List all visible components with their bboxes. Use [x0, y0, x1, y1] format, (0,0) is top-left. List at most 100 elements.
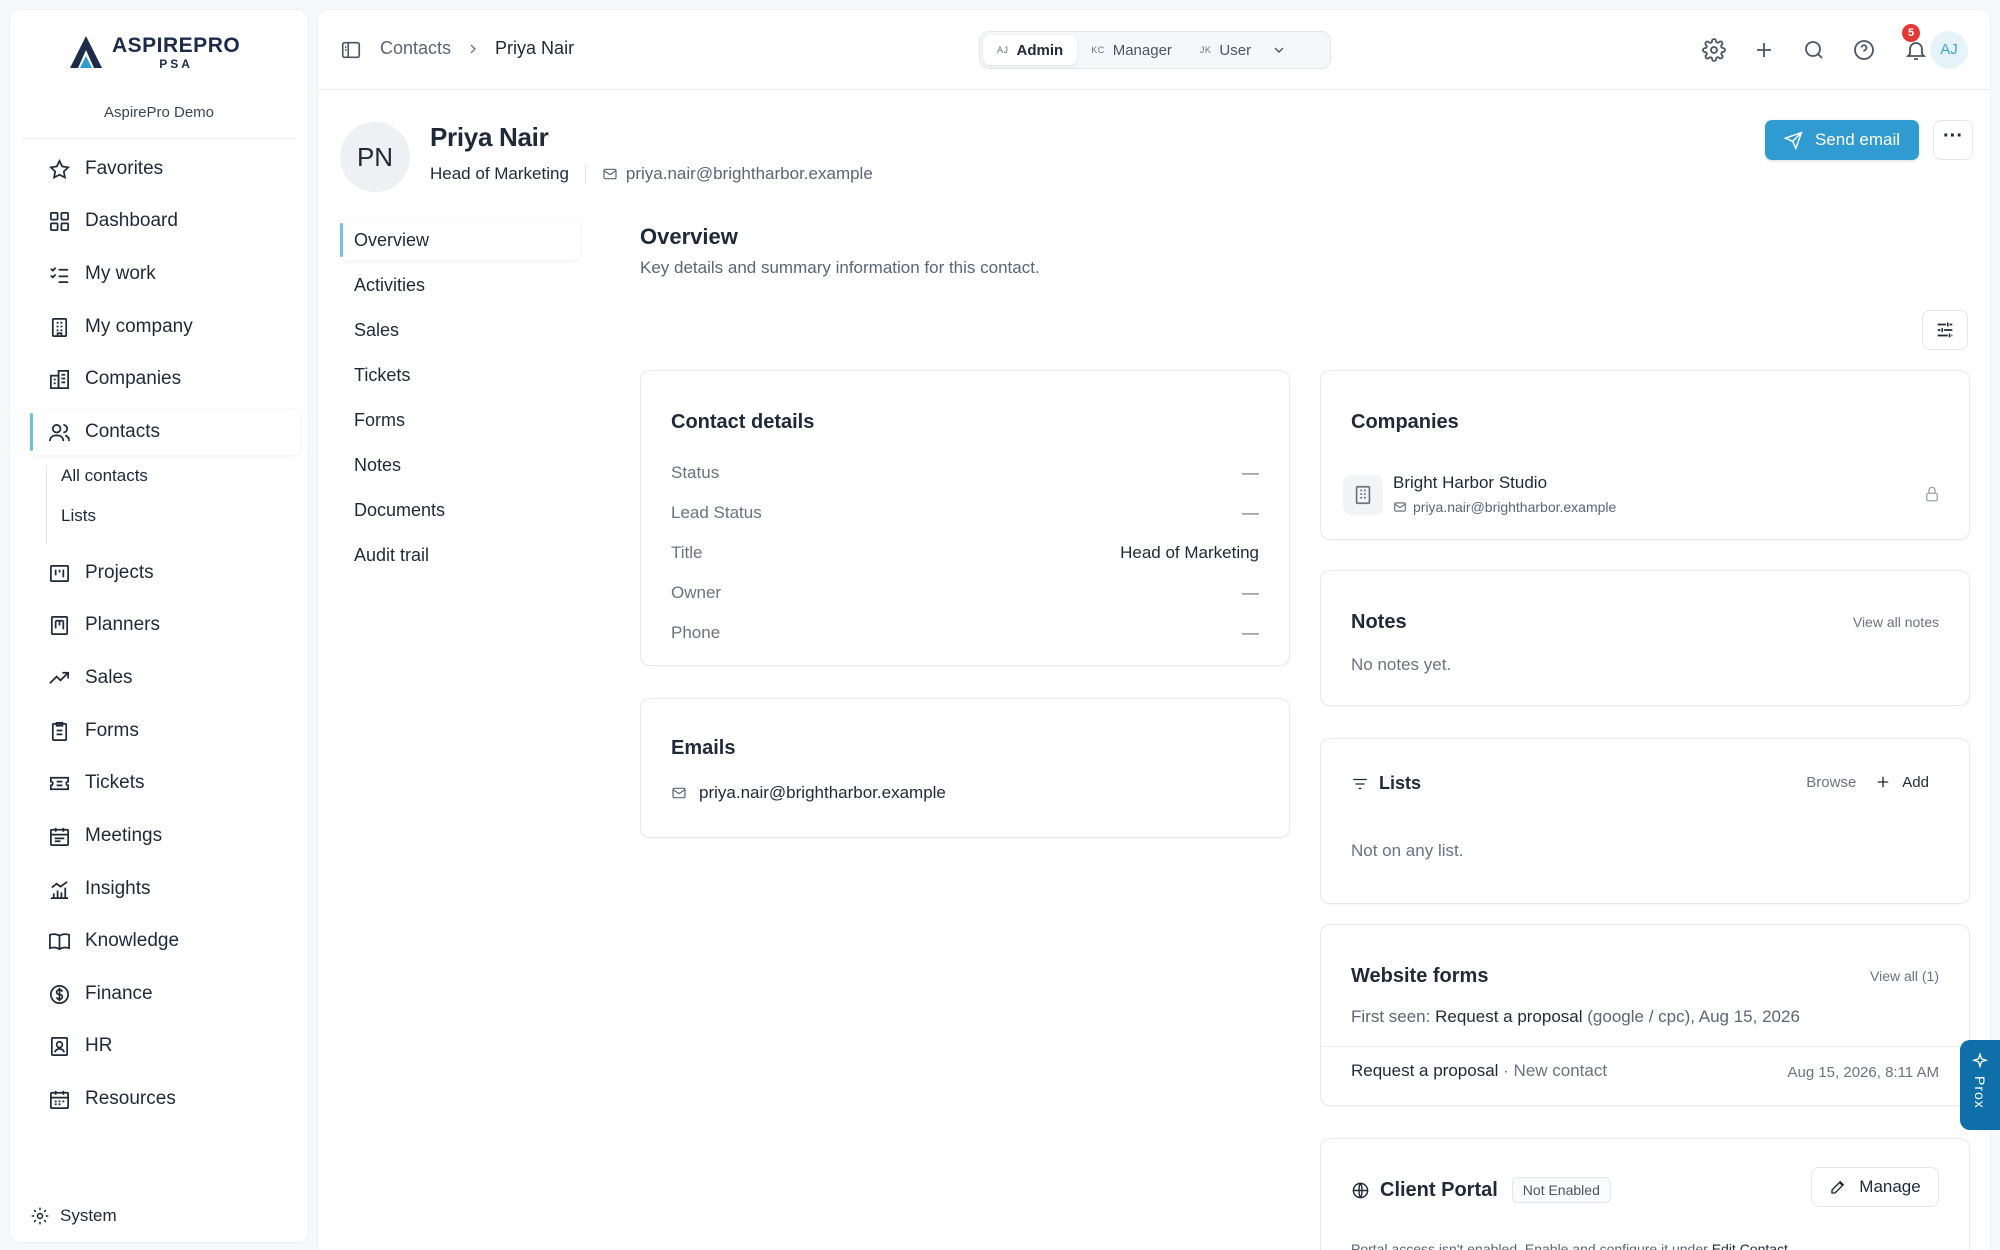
- topbar: Contacts Priya Nair AJ Admin KC Manager …: [318, 10, 1990, 90]
- breadcrumb: Contacts Priya Nair: [380, 38, 574, 59]
- sidebar-item-label: Forms: [85, 720, 139, 741]
- trend-icon: [49, 671, 69, 684]
- send-email-button[interactable]: Send email: [1765, 120, 1919, 160]
- form-submission-row[interactable]: Request a proposal · New contact: [1351, 1061, 1607, 1081]
- emails-title: Emails: [671, 737, 736, 759]
- contact-name: Priya Nair: [430, 122, 549, 152]
- sidebar-item-knowledge[interactable]: Knowledge: [30, 918, 300, 964]
- website-forms-card: Website forms View all (1) First seen: R…: [1320, 924, 1970, 1106]
- role-admin[interactable]: AJ Admin: [983, 35, 1078, 65]
- notes-card: Notes View all notes No notes yet.: [1320, 570, 1970, 706]
- sidebar-item-label: Insights: [85, 878, 151, 899]
- more-actions-button[interactable]: ···: [1933, 120, 1973, 160]
- role-label: Manager: [1112, 41, 1172, 59]
- add-to-list-button[interactable]: Add: [1874, 773, 1929, 791]
- prox-assistant-tab[interactable]: Prox: [1960, 1040, 2000, 1130]
- sidebar-item-favorites[interactable]: Favorites: [30, 146, 300, 192]
- sidebar-item-planners[interactable]: Planners: [30, 602, 300, 648]
- contact-avatar: PN: [340, 122, 410, 192]
- brand-logo[interactable]: ASPIREPRO PSA: [66, 32, 240, 72]
- manage-portal-button[interactable]: Manage: [1811, 1167, 1939, 1207]
- portal-text-end: .: [1787, 1241, 1792, 1250]
- sidebar-item-label: My company: [85, 316, 193, 337]
- contact-meta: Head of Marketing priya.nair@brightharbo…: [430, 164, 873, 184]
- customize-layout-button[interactable]: [1922, 310, 1968, 350]
- sidebar-item-label: Companies: [85, 368, 182, 389]
- sidebar-item-label: HR: [85, 1035, 113, 1056]
- user-avatar[interactable]: AJ: [1930, 31, 1968, 69]
- sidebar-item-hr[interactable]: HR: [30, 1023, 300, 1069]
- plus-icon: [1878, 776, 1889, 788]
- sidebar-item-contacts[interactable]: Contacts: [30, 409, 300, 455]
- calendar-icon: [50, 827, 69, 846]
- lists-card: Lists Browse Add Not on any list.: [1320, 738, 1970, 904]
- settings-gear-icon[interactable]: [1702, 38, 1726, 62]
- logo-mark-icon: [70, 36, 102, 68]
- ticket-icon: [50, 776, 69, 790]
- lock-icon[interactable]: [1923, 485, 1941, 503]
- sidebar-item-companies[interactable]: Companies: [30, 356, 300, 402]
- search-icon[interactable]: [1802, 38, 1826, 62]
- browse-lists-link[interactable]: Browse: [1806, 774, 1856, 791]
- email-entry[interactable]: priya.nair@brightharbor.example: [671, 783, 946, 803]
- detail-value-lead-status: —: [1242, 503, 1259, 522]
- planner-icon: [50, 615, 69, 635]
- sidebar-item-my-company[interactable]: My company: [30, 304, 300, 350]
- breadcrumb-contacts[interactable]: Contacts: [380, 38, 451, 59]
- sidebar-item-label: Finance: [85, 983, 153, 1004]
- tab-sales[interactable]: Sales: [340, 310, 580, 350]
- sidebar-toggle-icon[interactable]: [340, 39, 362, 61]
- tab-audit-trail[interactable]: Audit trail: [340, 535, 580, 575]
- detail-value-title: Head of Marketing: [1120, 543, 1259, 562]
- submission-form: Request a proposal: [1351, 1061, 1499, 1080]
- sidebar-item-insights[interactable]: Insights: [30, 866, 300, 912]
- view-all-forms-link[interactable]: View all (1): [1870, 968, 1939, 984]
- status-badge: Not Enabled: [1511, 1177, 1611, 1203]
- sidebar-item-sales[interactable]: Sales: [30, 655, 300, 701]
- company-name[interactable]: Bright Harbor Studio: [1393, 473, 1547, 493]
- prox-label: Prox: [1972, 1076, 1988, 1109]
- checklist-icon: [50, 266, 69, 283]
- view-all-notes-link[interactable]: View all notes: [1853, 614, 1939, 630]
- breadcrumb-current: Priya Nair: [495, 38, 575, 58]
- sidebar-item-forms[interactable]: Forms: [30, 708, 300, 754]
- tab-tickets[interactable]: Tickets: [340, 355, 580, 395]
- role-label: User: [1219, 41, 1252, 59]
- lists-title: Lists: [1379, 773, 1422, 793]
- tab-forms[interactable]: Forms: [340, 400, 580, 440]
- sidebar-item-system[interactable]: System: [30, 1206, 117, 1226]
- calendar-grid-icon: [50, 1090, 69, 1109]
- first-seen-form[interactable]: Request a proposal: [1435, 1007, 1582, 1026]
- company-email: priya.nair@brightharbor.example: [1393, 499, 1616, 515]
- help-icon[interactable]: [1852, 38, 1876, 62]
- tab-activities[interactable]: Activities: [340, 265, 580, 305]
- sidebar-item-meetings[interactable]: Meetings: [30, 813, 300, 859]
- edit-contact-link[interactable]: Edit Contact: [1712, 1241, 1788, 1250]
- contact-email[interactable]: priya.nair@brightharbor.example: [602, 164, 873, 184]
- sidebar: ASPIREPRO PSA AspirePro Demo Favorites D…: [10, 10, 308, 1242]
- detail-label-phone: Phone: [671, 623, 721, 642]
- building-icon: [1355, 485, 1371, 505]
- users-icon: [49, 423, 70, 441]
- sidebar-subitem-all-contacts[interactable]: All contacts: [61, 466, 148, 486]
- sidebar-item-projects[interactable]: Projects: [30, 550, 300, 596]
- sidebar-divider: [22, 138, 296, 139]
- sidebar-item-tickets[interactable]: Tickets: [30, 760, 300, 806]
- sidebar-item-label: Tickets: [85, 772, 145, 793]
- tab-documents[interactable]: Documents: [340, 490, 580, 530]
- lists-empty: Not on any list.: [1351, 841, 1464, 860]
- sidebar-item-my-work[interactable]: My work: [30, 251, 300, 297]
- role-user[interactable]: JK User: [1186, 35, 1265, 65]
- tab-notes[interactable]: Notes: [340, 445, 580, 485]
- portal-text: Portal access isn't enabled. Enable and …: [1351, 1241, 1712, 1250]
- brand-sub: PSA: [159, 56, 193, 71]
- tab-overview[interactable]: Overview: [340, 220, 580, 260]
- sidebar-item-finance[interactable]: Finance: [30, 971, 300, 1017]
- sidebar-item-resources[interactable]: Resources: [30, 1076, 300, 1122]
- chevron-down-icon[interactable]: [1271, 42, 1287, 58]
- sidebar-subitem-lists[interactable]: Lists: [61, 506, 96, 526]
- role-manager[interactable]: KC Manager: [1077, 35, 1186, 65]
- notes-empty: No notes yet.: [1351, 655, 1452, 674]
- plus-icon[interactable]: [1752, 38, 1776, 62]
- sidebar-item-dashboard[interactable]: Dashboard: [30, 198, 300, 244]
